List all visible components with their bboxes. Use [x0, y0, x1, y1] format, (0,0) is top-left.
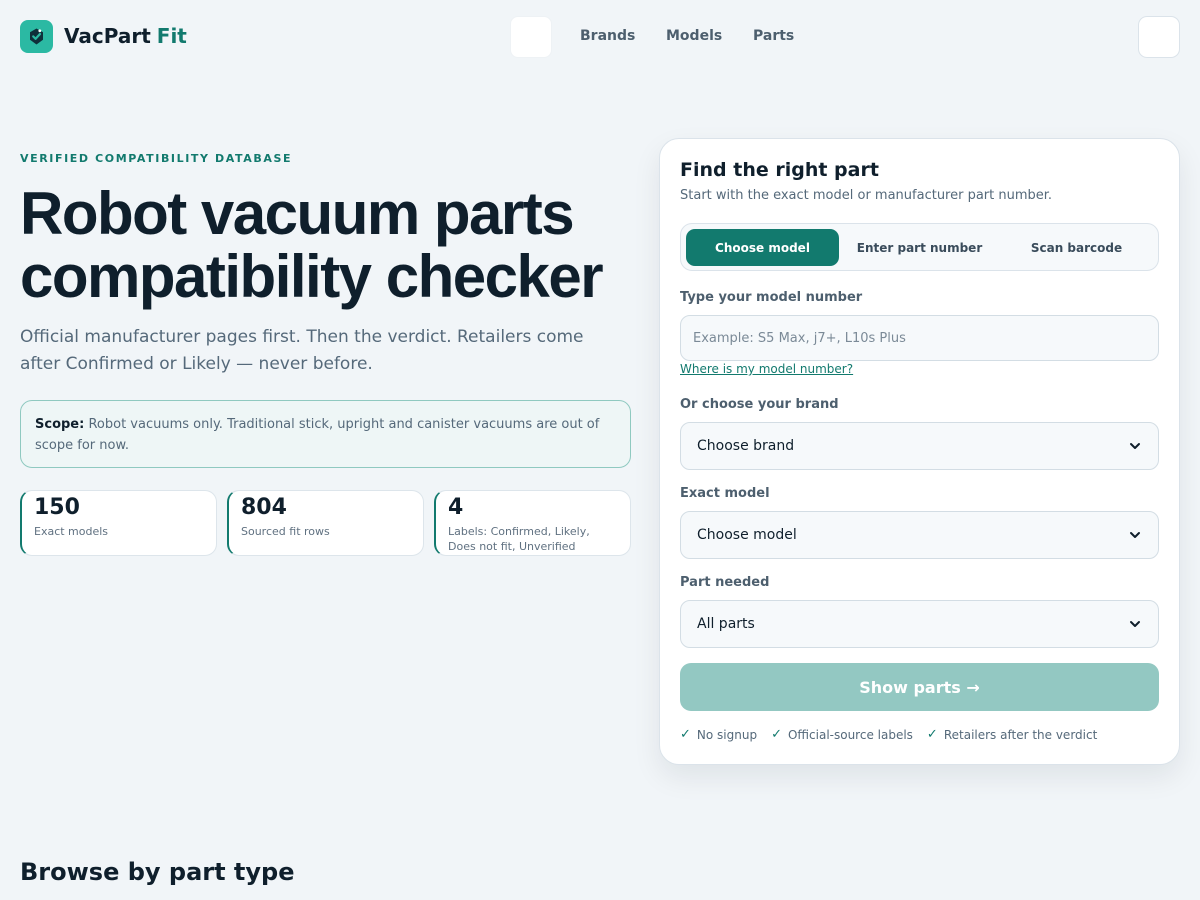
scope-label: Scope: [35, 417, 85, 432]
stat-label: Sourced fit rows [241, 525, 330, 538]
chevron-down-icon [1130, 443, 1140, 449]
model-number-help-link[interactable]: Where is my model number? [680, 362, 853, 376]
nav-link-brands[interactable]: Brands [580, 28, 635, 44]
brand-label: Or choose your brand [680, 397, 839, 412]
brand-name[interactable]: VacPart Fit [64, 24, 187, 48]
assurance-text: Official-source labels [787, 727, 913, 742]
hero-title: Robot vacuum parts compatibility checker [20, 180, 604, 310]
scope-text: Robot vacuums only. Traditional stick, u… [35, 417, 600, 453]
brand-accent: Fit [156, 24, 187, 48]
part-select-value: All parts [697, 616, 755, 632]
brand-select-value: Choose brand [697, 438, 795, 454]
part-finder-card: Find the right part Start with the exact… [659, 138, 1180, 765]
finder-title: Find the right part [680, 159, 879, 181]
part-select[interactable]: All parts [680, 600, 1159, 648]
assurance-text: Retailers after the verdict [943, 727, 1098, 742]
model-label: Exact model [680, 486, 770, 501]
model-select-value: Choose model [697, 527, 797, 543]
stat-value: 150 [34, 495, 80, 520]
brand-primary: VacPart [64, 24, 151, 48]
stat-card-labels: 4 Labels: Confirmed, Likely, Does not fi… [434, 490, 631, 556]
tab-choose-model[interactable]: Choose model [686, 229, 839, 266]
stat-card-models: 150 Exact models [20, 490, 217, 556]
stat-value: 804 [241, 495, 287, 520]
assurance-list: ✓ No signup ✓ Official-source labels ✓ R… [680, 727, 1097, 742]
nav-link-models[interactable]: Models [666, 28, 722, 44]
nav-link-parts[interactable]: Parts [753, 28, 794, 44]
stat-value: 4 [448, 495, 464, 520]
brand-select[interactable]: Choose brand [680, 422, 1159, 470]
hero-eyebrow: VERIFIED COMPATIBILITY DATABASE [20, 152, 293, 165]
assurance-item: ✓ Official-source labels [771, 727, 913, 742]
checkmark-icon: ✓ [771, 727, 782, 742]
tab-scan-barcode[interactable]: Scan barcode [1000, 229, 1153, 266]
assurance-item: ✓ Retailers after the verdict [927, 727, 1097, 742]
checkmark-icon: ✓ [926, 727, 938, 742]
model-number-label: Type your model number [680, 290, 863, 305]
logo-icon[interactable] [20, 20, 53, 53]
browse-section-title: Browse by part type [20, 858, 295, 886]
show-parts-button[interactable]: Show parts → [680, 663, 1159, 711]
header-action-button[interactable] [1138, 16, 1180, 58]
model-select[interactable]: Choose model [680, 511, 1159, 559]
site-header: VacPart Fit Brands Models Parts [0, 0, 1200, 74]
search-mode-tabs: Choose model Enter part number Scan barc… [680, 223, 1159, 271]
stat-label: Labels: Confirmed, Likely, Does not fit,… [448, 525, 590, 553]
assurance-text: No signup [696, 727, 758, 742]
finder-subtitle: Start with the exact model or manufactur… [680, 188, 1053, 203]
assurance-item: ✓ No signup [680, 727, 757, 742]
stat-card-fit-rows: 804 Sourced fit rows [227, 490, 424, 556]
tab-enter-part-number[interactable]: Enter part number [843, 229, 996, 266]
hero-subtitle: Official manufacturer pages first. Then … [20, 327, 584, 374]
nav-blank-button[interactable] [510, 16, 552, 58]
model-number-input[interactable] [680, 315, 1159, 361]
stat-label: Exact models [34, 525, 109, 538]
chevron-down-icon [1130, 532, 1140, 538]
part-label: Part needed [680, 575, 770, 590]
scope-notice: Scope: Robot vacuums only. Traditional s… [20, 400, 631, 468]
checkmark-icon: ✓ [680, 727, 691, 742]
chevron-down-icon [1130, 621, 1140, 627]
